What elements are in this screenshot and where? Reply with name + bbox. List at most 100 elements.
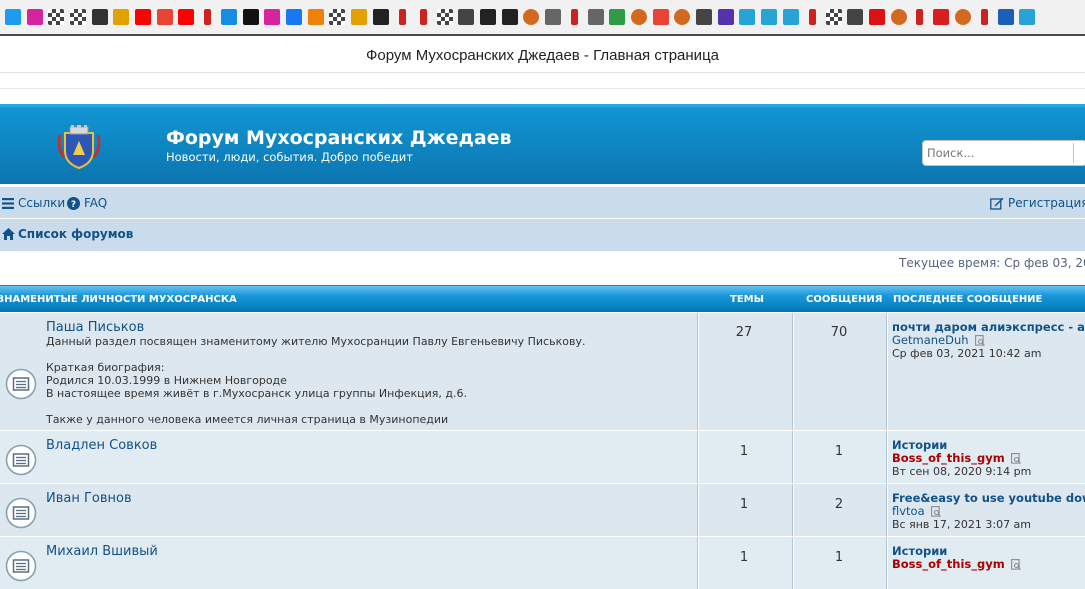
last-post-author-link[interactable]: Boss_of_this_gym [892, 557, 1021, 571]
page-icon[interactable] [544, 9, 561, 25]
forum-list: ЗНАМЕНИТЫЕ ЛИЧНОСТИ МУХОСРАНСКА ТЕМЫ СОО… [0, 285, 1085, 589]
gmail-icon[interactable] [156, 9, 173, 25]
register-link[interactable]: Регистрация [990, 196, 1085, 210]
question-circle-icon: ? [67, 196, 80, 210]
last-post-author-link[interactable]: GetmaneDuh [892, 333, 985, 347]
image-icon[interactable] [351, 9, 368, 25]
cookie-icon[interactable] [674, 9, 691, 25]
arrow-icon[interactable] [997, 9, 1014, 25]
last-post-author-link[interactable]: Boss_of_this_gym [892, 451, 1021, 465]
eye-icon[interactable] [717, 9, 734, 25]
last-post-title-link[interactable]: Истории [892, 544, 947, 558]
last-post-author-link[interactable]: flvtoa [892, 504, 941, 518]
facebook-icon[interactable] [286, 9, 303, 25]
author-name[interactable]: Boss_of_this_gym [892, 557, 1005, 571]
tiktok-icon[interactable] [242, 9, 259, 25]
search-input[interactable] [927, 142, 1077, 164]
pin-icon[interactable] [808, 9, 816, 25]
youtube-icon[interactable] [178, 9, 195, 25]
divider [0, 88, 1085, 89]
play-icon[interactable] [868, 9, 885, 25]
diamond-icon[interactable] [609, 9, 626, 25]
k-icon[interactable] [782, 9, 799, 25]
k-icon[interactable] [761, 9, 778, 25]
twitter-icon[interactable] [4, 9, 21, 25]
pin-icon[interactable] [204, 9, 212, 25]
last-post-title-link[interactable]: почти даром алиэкспресс - al... [892, 320, 1085, 334]
checker-icon[interactable] [329, 9, 346, 25]
forum-name-link[interactable]: Владлен Совков [46, 438, 157, 453]
forum-description: Данный раздел посвящен знаменитому жител… [46, 335, 586, 426]
author-name[interactable]: GetmaneDuh [892, 333, 969, 347]
instagram-icon[interactable] [26, 9, 43, 25]
forum-name-link[interactable]: Михаил Вшивый [46, 544, 158, 559]
checker-icon[interactable] [48, 9, 65, 25]
page-icon[interactable] [587, 9, 604, 25]
forum-row: Владлен Совков 1 1 Истории Boss_of_this_gym В… [0, 430, 1085, 483]
register-label: Регистрация [1008, 196, 1085, 210]
star-icon[interactable] [501, 9, 518, 25]
forum-name-link[interactable]: Паша Письков [46, 320, 144, 335]
search-box[interactable] [922, 140, 1085, 166]
k-icon[interactable] [739, 9, 756, 25]
view-latest-post-icon[interactable] [1010, 452, 1021, 464]
view-latest-post-icon[interactable] [1010, 558, 1021, 570]
links-menu-button[interactable]: Ссылки [2, 196, 65, 210]
author-name[interactable]: Boss_of_this_gym [892, 451, 1005, 465]
odnoklassniki-icon[interactable] [307, 9, 324, 25]
mail-icon[interactable] [221, 9, 238, 25]
forum-list-header: ЗНАМЕНИТЫЕ ЛИЧНОСТИ МУХОСРАНСКА ТЕМЫ СОО… [0, 286, 1085, 312]
cookie-icon[interactable] [890, 9, 907, 25]
coat-of-arms-logo[interactable] [56, 125, 102, 171]
forum-read-icon [5, 550, 37, 582]
last-post-title-link[interactable]: Истории [892, 438, 947, 452]
gmail-icon[interactable] [652, 9, 669, 25]
cookie-icon[interactable] [631, 9, 648, 25]
pin-icon[interactable] [916, 9, 924, 25]
faq-label: FAQ [84, 196, 108, 210]
brace-icon[interactable] [91, 9, 108, 25]
wikipedia-icon[interactable] [458, 9, 475, 25]
hamburger-icon [2, 197, 14, 209]
topics-count: 1 [739, 550, 749, 565]
cookie-icon[interactable] [954, 9, 971, 25]
tv-icon[interactable] [933, 9, 950, 25]
checker-icon[interactable] [825, 9, 842, 25]
view-latest-post-icon[interactable] [974, 334, 985, 346]
pin-icon[interactable] [570, 9, 578, 25]
star-icon[interactable] [479, 9, 496, 25]
wikipedia-icon[interactable] [847, 9, 864, 25]
edit-icon [990, 197, 1004, 210]
search-divider [1073, 143, 1074, 163]
page-title: Форум Мухосранских Джедаев - Главная стр… [0, 38, 1085, 73]
nav-row: Ссылки ? FAQ Регистрация [0, 187, 1085, 219]
breadcrumb[interactable]: Список форумов [2, 227, 133, 241]
forum-name-link[interactable]: Иван Говнов [46, 491, 132, 506]
youtube-icon[interactable] [134, 9, 151, 25]
posts-column-header: СООБЩЕНИЯ [806, 294, 883, 305]
breadcrumb-forum-index[interactable]: Список форумов [18, 227, 133, 241]
image-icon[interactable] [113, 9, 130, 25]
k-icon[interactable] [1019, 9, 1036, 25]
star-icon[interactable] [372, 9, 389, 25]
site-header: Форум Мухосранских Джедаев Новости, люди… [0, 104, 1085, 184]
site-title[interactable]: Форум Мухосранских Джедаев [166, 127, 512, 149]
wikipedia-icon[interactable] [696, 9, 713, 25]
pin-icon[interactable] [980, 9, 988, 25]
instagram-icon[interactable] [264, 9, 281, 25]
category-title[interactable]: ЗНАМЕНИТЫЕ ЛИЧНОСТИ МУХОСРАНСКА [0, 294, 237, 305]
checker-icon[interactable] [436, 9, 453, 25]
view-latest-post-icon[interactable] [930, 505, 941, 517]
topics-column-header: ТЕМЫ [730, 294, 764, 305]
last-post-time: Вт сен 08, 2020 9:14 pm [892, 465, 1032, 478]
links-label: Ссылки [18, 196, 66, 210]
posts-count: 2 [834, 497, 844, 512]
faq-link[interactable]: ? FAQ [67, 196, 107, 210]
author-name[interactable]: flvtoa [892, 504, 925, 518]
cookie-icon[interactable] [523, 9, 540, 25]
last-post-title-link[interactable]: Free&easy to use youtube dow... [892, 491, 1085, 505]
posts-count: 70 [830, 325, 848, 340]
pin-icon[interactable] [398, 9, 406, 25]
checker-icon[interactable] [69, 9, 86, 25]
pin-icon[interactable] [419, 9, 427, 25]
